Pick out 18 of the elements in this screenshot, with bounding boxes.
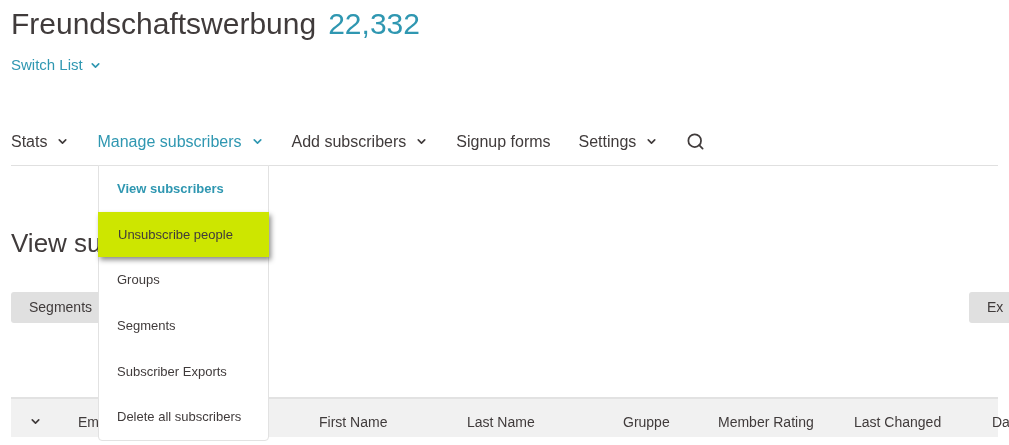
list-title: Freundschaftswerbung xyxy=(11,6,317,42)
column-header[interactable]: Member Rating xyxy=(718,413,814,430)
subscriber-count: 22,332 xyxy=(328,6,420,42)
nav-tab[interactable]: Settings xyxy=(578,129,659,154)
column-header[interactable]: Em xyxy=(78,413,99,430)
menu-item[interactable]: Subscriber Exports xyxy=(99,348,268,395)
nav-tab[interactable]: Signup forms xyxy=(456,129,551,154)
export-button[interactable]: Ex xyxy=(969,291,1009,323)
column-header[interactable]: Da xyxy=(992,413,1009,430)
column-header[interactable]: Last Changed xyxy=(854,413,942,430)
column-header[interactable]: First Name xyxy=(319,413,388,430)
menu-item[interactable]: Delete all subscribers xyxy=(99,394,268,441)
search-icon[interactable] xyxy=(686,132,706,151)
nav-tab[interactable]: Add subscribers xyxy=(291,129,429,154)
column-header[interactable]: Last Name xyxy=(467,413,535,430)
menu-item[interactable]: Unsubscribe people xyxy=(98,211,269,258)
column-header[interactable]: Gruppe xyxy=(623,413,670,430)
nav-tab[interactable]: Stats xyxy=(11,129,70,154)
